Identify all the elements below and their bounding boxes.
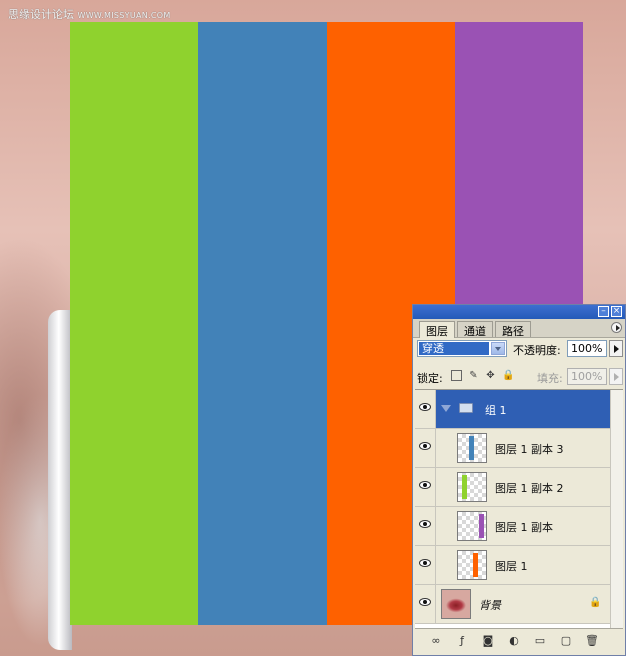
layer-thumbnail (457, 511, 487, 541)
lock-fill-row: 锁定: ✎ ✥ 🔒 填充: 100% (417, 367, 623, 387)
fx-icon[interactable]: ƒ (455, 634, 469, 648)
new-group-icon[interactable]: ▭ (533, 634, 547, 648)
group-expand-triangle-icon[interactable] (441, 405, 451, 412)
blue-stripe (198, 22, 327, 625)
visibility-eye-icon[interactable] (419, 403, 431, 411)
eye-cell (415, 585, 436, 623)
layer-name: 图层 1 副本 (495, 521, 553, 534)
background-thumbnail (441, 589, 471, 619)
fill-input[interactable]: 100% (567, 368, 607, 385)
eye-cell (415, 507, 436, 545)
layer-copy-2[interactable]: 图层 1 副本 2 (415, 468, 611, 507)
layers-panel: – × 图层 通道 路径 穿透 不透明度: 100% 锁定: ✎ ✥ 🔒 填充:… (412, 304, 626, 656)
lock-position-move-icon[interactable]: ✥ (485, 370, 496, 381)
panel-tabs: 图层 通道 路径 (413, 319, 625, 338)
thumb-stripe (473, 553, 478, 577)
eye-cell (415, 546, 436, 584)
panel-bottom-toolbar: ∞ ƒ ◙ ◐ ▭ ▢ 🗑 (415, 628, 623, 653)
tab-layers[interactable]: 图层 (419, 321, 455, 338)
lock-image-brush-icon[interactable]: ✎ (468, 370, 479, 381)
opacity-input[interactable]: 100% (567, 340, 607, 357)
trash-icon[interactable]: 🗑 (585, 634, 599, 648)
green-stripe (70, 22, 199, 625)
link-icon[interactable]: ∞ (429, 634, 443, 648)
chevron-down-icon[interactable] (491, 342, 505, 355)
visibility-eye-icon[interactable] (419, 598, 431, 606)
layer-thumbnail (457, 550, 487, 580)
blend-opacity-row: 穿透 不透明度: 100% (417, 339, 623, 359)
minimize-icon[interactable]: – (598, 306, 609, 317)
layer-name: 图层 1 (495, 560, 528, 573)
watermark: 思缘设计论坛 WWW.MISSYUAN.COM (8, 6, 171, 22)
folder-icon (459, 403, 473, 413)
watermark-url: WWW.MISSYUAN.COM (77, 11, 171, 20)
visibility-eye-icon[interactable] (419, 481, 431, 489)
layers-scrollbar[interactable] (610, 390, 623, 628)
layer-1[interactable]: 图层 1 (415, 546, 611, 585)
lock-all-icon[interactable]: 🔒 (502, 370, 514, 381)
visibility-eye-icon[interactable] (419, 520, 431, 528)
layer-name: 图层 1 副本 3 (495, 443, 564, 456)
layer-background[interactable]: 背景 🔒 (415, 585, 611, 624)
tab-paths[interactable]: 路径 (495, 321, 531, 338)
close-icon[interactable]: × (611, 306, 622, 317)
layer-thumbnail (457, 433, 487, 463)
lipstick-chrome-edge (48, 310, 72, 650)
blend-mode-select[interactable]: 穿透 (417, 340, 507, 357)
thumb-stripe (479, 514, 484, 538)
thumb-stripe (469, 436, 474, 460)
mask-icon[interactable]: ◙ (481, 634, 495, 648)
watermark-site-name: 思缘设计论坛 (8, 8, 74, 21)
layer-group-1[interactable]: 组 1 (415, 390, 611, 429)
layer-name: 组 1 (485, 404, 507, 417)
opacity-slider-button[interactable] (609, 340, 623, 357)
layers-list: 组 1 图层 1 副本 3 图层 1 副本 2 图层 1 副本 图层 1 背景 (415, 389, 623, 628)
eye-cell (415, 468, 436, 506)
adjustment-icon[interactable]: ◐ (507, 634, 521, 648)
thumb-stripe (462, 475, 467, 499)
panel-titlebar[interactable]: – × (413, 305, 625, 319)
eye-cell (415, 390, 436, 428)
tab-channels[interactable]: 通道 (457, 321, 493, 338)
opacity-label: 不透明度: (513, 344, 561, 357)
eye-cell (415, 429, 436, 467)
lock-label: 锁定: (417, 372, 443, 385)
visibility-eye-icon[interactable] (419, 442, 431, 450)
fill-label: 填充: (537, 372, 563, 385)
new-layer-icon[interactable]: ▢ (559, 634, 573, 648)
lock-icon: 🔒 (589, 597, 602, 608)
visibility-eye-icon[interactable] (419, 559, 431, 567)
panel-menu-icon[interactable] (611, 322, 622, 333)
layer-name: 图层 1 副本 2 (495, 482, 564, 495)
layer-thumbnail (457, 472, 487, 502)
layer-name: 背景 (479, 599, 501, 612)
layer-copy[interactable]: 图层 1 副本 (415, 507, 611, 546)
fill-slider-button[interactable] (609, 368, 623, 385)
blend-mode-value: 穿透 (419, 342, 489, 355)
layer-copy-3[interactable]: 图层 1 副本 3 (415, 429, 611, 468)
lock-transparent-icon[interactable] (451, 370, 462, 381)
